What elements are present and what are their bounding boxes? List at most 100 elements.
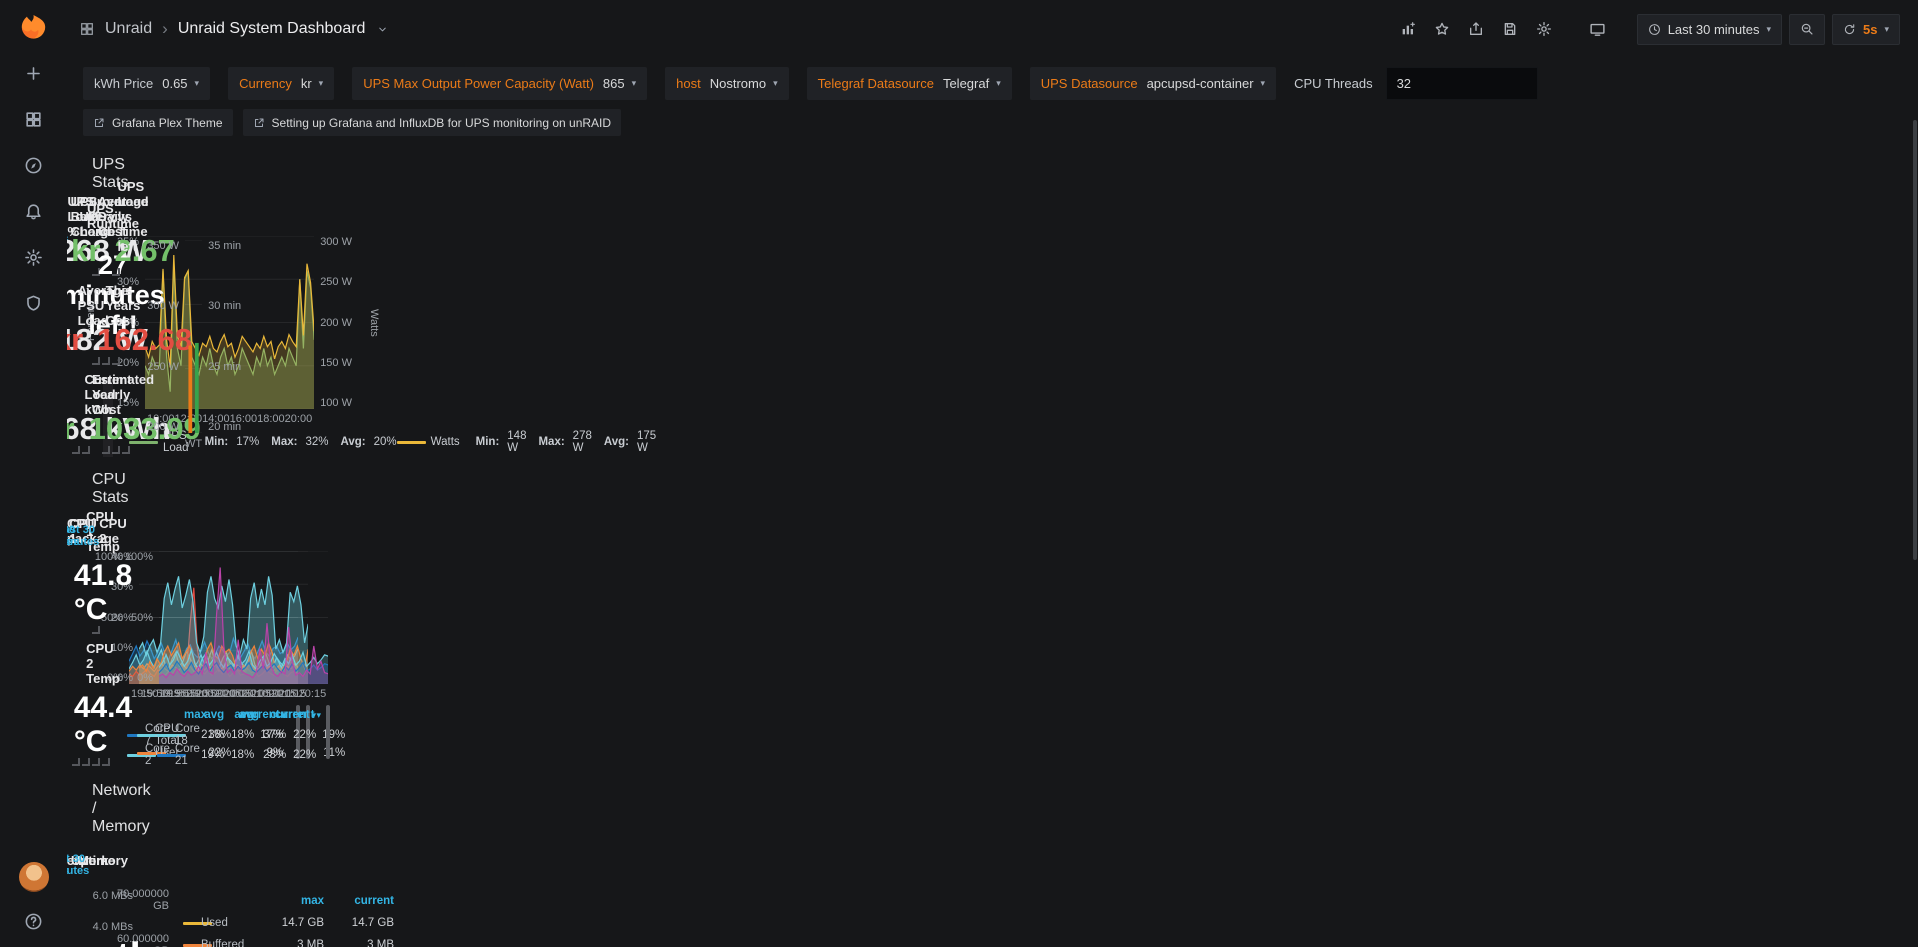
dashboard-links-row: Grafana Plex Theme Setting up Grafana an… [67,105,1918,142]
dashboard-title[interactable]: Unraid System Dashboard [178,20,366,38]
breadcrumb-separator: › [162,19,168,39]
tick: 200 W [139,421,179,433]
sidebar-admin-button[interactable] [24,294,43,313]
legend-col-current[interactable]: current▾ [254,709,316,721]
tick: 70.000000 GB [103,888,169,912]
legend-row: Buffered 3 MB 3 MB [183,934,394,947]
legend-col-avg[interactable]: avg [200,709,254,721]
series-name[interactable]: Watts [431,436,460,448]
tick: 20:05 [244,688,272,701]
sidebar-explore-button[interactable] [24,156,43,175]
y-axis-ticks: 70.000000 GB 60.000000 GB 50.000000 GB [103,880,175,947]
page-scrollbar[interactable] [1913,120,1917,560]
tick: 300 W [320,236,360,248]
share-dashboard-button[interactable] [1463,16,1490,43]
tick: 100% [119,551,153,563]
cpu2-chart[interactable] [159,551,328,684]
sidebar-create-button[interactable] [24,64,43,83]
tick: W [185,438,195,455]
legend-scrollbar[interactable] [326,705,330,759]
sort-caret-icon: ▾ [312,710,317,720]
caret-down-icon: ▾ [195,79,200,88]
add-panel-button[interactable] [1395,16,1422,43]
variable-host: host Nostromo▾ [665,67,788,100]
tick: 20 min [208,421,252,433]
refresh-icon [1843,23,1856,36]
time-picker-button[interactable]: Last 30 minutes ▾ [1637,14,1782,45]
series-color-dash [397,441,426,444]
user-avatar[interactable] [19,862,49,892]
variable-value-dropdown[interactable]: 0.65▾ [162,76,199,91]
tick: 19:50 [161,688,189,701]
tick: 60.000000 GB [103,933,169,947]
link-ups-monitoring-guide[interactable]: Setting up Grafana and InfluxDB for UPS … [243,109,622,136]
refresh-button[interactable]: 5s ▾ [1832,14,1900,45]
grafana-dashboard-page: { "theme": { "bg": "#161719", "panel": "… [0,0,1918,947]
series-name[interactable]: Core 21 [175,743,200,767]
variable-value-dropdown[interactable]: apcupsd-container▾ [1147,76,1266,91]
caret-down-icon: ▾ [632,79,637,88]
y-axis-right-ticks: 35 min 30 min 25 min 20 min [202,240,258,433]
tick: T [195,438,202,455]
dashboard-body: UPS Stats UPS Load % Last 12 hours Perce… [67,142,96,145]
link-grafana-plex-theme[interactable]: Grafana Plex Theme [83,109,233,136]
variable-label: CPU Threads [1294,76,1373,91]
share-icon [1468,21,1484,37]
time-range-label: Last 30 minutes [1668,22,1760,37]
variable-value-dropdown[interactable]: Nostromo▾ [710,76,778,91]
star-dashboard-button[interactable] [1429,16,1456,43]
help-button[interactable] [24,912,43,931]
gear-icon [24,248,43,267]
variable-currency: Currency kr▾ [228,67,334,100]
legend-col-max[interactable]: max [254,895,324,907]
variable-value-dropdown[interactable]: 865▾ [603,76,636,91]
tick: 250 W [320,276,360,288]
variable-value-dropdown[interactable]: kr▾ [301,76,323,91]
variable-ups-max-power: UPS Max Output Power Capacity (Watt) 865… [352,67,647,100]
legend: avg current▾ Core 18 18% 22% Core 21 [113,703,328,765]
variables-row: kWh Price 0.65▾ Currency kr▾ UPS Max Out… [67,58,1918,105]
variable-telegraf-datasource: Telegraf Datasource Telegraf▾ [807,67,1012,100]
bars-chart[interactable] [185,240,202,433]
variable-label: Currency [239,76,292,91]
external-link-icon [253,117,265,129]
y-axis-ticks: 100% 50% 0% [113,551,159,684]
x-axis-ticks: W T [185,433,202,455]
zoom-out-button[interactable] [1789,14,1825,45]
tick: 300 W [139,300,179,312]
compass-icon [24,156,43,175]
sidebar-alerting-button[interactable] [24,202,43,221]
sidebar-nav [24,64,43,313]
tick: 18:00 [257,413,285,428]
bell-icon [24,202,43,221]
grafana-logo[interactable] [20,13,47,40]
series-name[interactable]: Used [201,917,254,929]
save-dashboard-button[interactable] [1497,16,1524,43]
caret-down-icon: ▾ [773,79,778,88]
dashboard-settings-button[interactable] [1531,16,1558,43]
refresh-interval-label: 5s [1863,22,1877,37]
clock-icon [1648,23,1661,36]
y-axis-right-label: Watts [366,236,382,409]
caret-down-icon: ▾ [1884,25,1889,34]
cpu-threads-input[interactable] [1386,67,1538,100]
legend-header: avg current▾ [157,706,316,723]
breadcrumb-app[interactable]: Unraid [105,20,152,38]
star-icon [1434,21,1450,37]
navbar: Unraid › Unraid System Dashboard [67,0,1918,58]
title-caret-icon[interactable] [377,24,388,35]
legend-col-current[interactable]: current [324,895,394,907]
sidebar-dashboards-button[interactable] [24,110,43,129]
variable-value-dropdown[interactable]: Telegraf▾ [943,76,1001,91]
legend-row: Core 18 18% 22% [157,723,316,743]
shield-icon [24,294,43,313]
series-name[interactable]: Buffered [201,939,254,947]
y-axis-right-ticks: 300 W 250 W 200 W 150 W 100 W [314,236,366,409]
tick: 20:00 [216,688,244,701]
sidebar-configuration-button[interactable] [24,248,43,267]
tick: 250 W [139,361,179,373]
sidebar-bottom [19,862,49,947]
tv-cycle-button[interactable] [1584,16,1611,43]
dashboards-grid-icon [24,110,43,129]
external-link-icon [93,117,105,129]
